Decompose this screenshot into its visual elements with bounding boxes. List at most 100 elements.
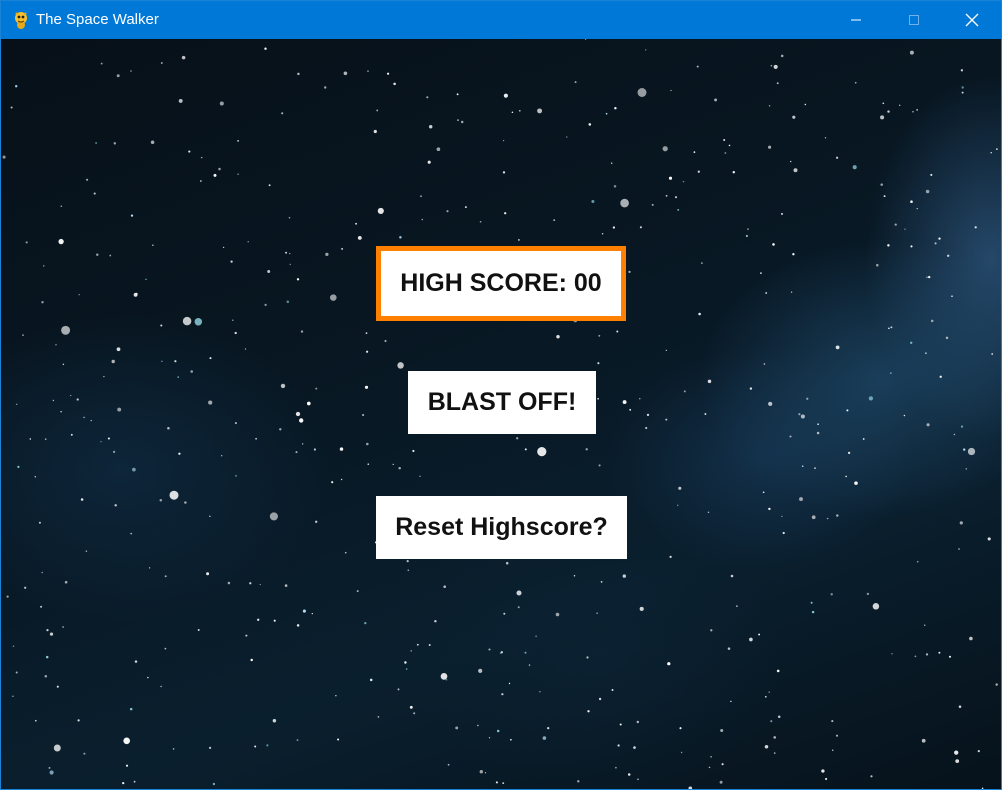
star xyxy=(116,347,121,352)
star xyxy=(596,612,598,614)
star xyxy=(688,786,693,789)
star xyxy=(730,574,734,578)
star xyxy=(323,86,327,89)
star xyxy=(264,47,267,50)
star xyxy=(826,517,829,520)
star xyxy=(443,585,446,588)
star xyxy=(768,145,772,149)
star xyxy=(845,475,847,478)
star xyxy=(254,745,257,748)
star xyxy=(302,609,306,613)
star xyxy=(267,270,271,273)
star xyxy=(674,196,678,199)
star xyxy=(977,749,980,753)
star xyxy=(306,401,311,406)
star xyxy=(177,376,180,378)
star xyxy=(406,559,409,563)
close-icon xyxy=(965,13,979,27)
star xyxy=(597,362,600,365)
star xyxy=(727,647,731,650)
star xyxy=(134,660,138,663)
minimize-button[interactable] xyxy=(827,1,885,39)
title-bar[interactable]: The Space Walker xyxy=(1,1,1001,39)
star xyxy=(419,475,421,477)
star xyxy=(64,580,68,584)
star xyxy=(113,142,117,145)
star xyxy=(200,156,203,159)
star xyxy=(100,441,102,443)
star xyxy=(924,352,927,355)
close-button[interactable] xyxy=(943,1,1001,39)
star xyxy=(967,447,976,456)
blast-off-button[interactable]: BLAST OFF! xyxy=(408,371,596,434)
star xyxy=(40,605,43,608)
star xyxy=(410,650,412,652)
star xyxy=(109,254,112,257)
star xyxy=(909,50,914,55)
star xyxy=(234,331,237,335)
star xyxy=(116,74,120,78)
star xyxy=(58,238,64,245)
star xyxy=(235,474,237,477)
star xyxy=(914,655,917,658)
star xyxy=(296,278,300,281)
star xyxy=(49,632,54,636)
star xyxy=(587,710,590,713)
star xyxy=(296,739,299,742)
star xyxy=(588,123,592,126)
star xyxy=(194,318,203,326)
star xyxy=(749,387,753,390)
star xyxy=(376,109,379,112)
star xyxy=(816,431,820,435)
star xyxy=(160,324,163,327)
star xyxy=(428,124,433,129)
star xyxy=(866,592,870,596)
star xyxy=(516,590,522,596)
star xyxy=(237,140,240,142)
star xyxy=(232,319,234,322)
star xyxy=(300,330,304,333)
star xyxy=(255,437,257,440)
star xyxy=(503,612,506,615)
star xyxy=(916,207,918,210)
star xyxy=(758,633,761,636)
star xyxy=(930,319,934,323)
star xyxy=(95,142,97,144)
star xyxy=(495,781,498,784)
star xyxy=(925,189,930,194)
star xyxy=(184,501,187,504)
star xyxy=(436,147,441,152)
blast-off-label: BLAST OFF! xyxy=(427,388,577,416)
star xyxy=(852,165,857,170)
star xyxy=(167,426,170,430)
maximize-button[interactable] xyxy=(885,1,943,39)
star xyxy=(484,772,487,774)
star xyxy=(598,464,601,467)
star xyxy=(41,571,43,574)
star xyxy=(537,447,547,457)
star xyxy=(208,746,212,750)
star xyxy=(789,160,792,163)
star xyxy=(584,39,587,40)
star xyxy=(341,247,344,250)
star xyxy=(295,411,301,417)
star xyxy=(677,208,680,211)
star xyxy=(732,171,735,174)
star xyxy=(464,206,467,209)
star xyxy=(749,637,753,642)
star xyxy=(2,155,6,159)
star xyxy=(133,780,136,783)
star xyxy=(910,200,913,203)
star xyxy=(882,102,885,105)
star xyxy=(958,548,960,550)
star xyxy=(174,360,177,363)
star xyxy=(407,569,410,572)
game-canvas[interactable]: HIGH SCORE: 00 BLAST OFF! Reset Highscor… xyxy=(1,39,1001,789)
star xyxy=(272,719,277,723)
star xyxy=(46,629,49,632)
star xyxy=(622,574,626,578)
star xyxy=(150,140,155,145)
reset-highscore-button[interactable]: Reset Highscore? xyxy=(376,496,627,559)
star xyxy=(693,151,696,153)
star xyxy=(24,586,27,589)
